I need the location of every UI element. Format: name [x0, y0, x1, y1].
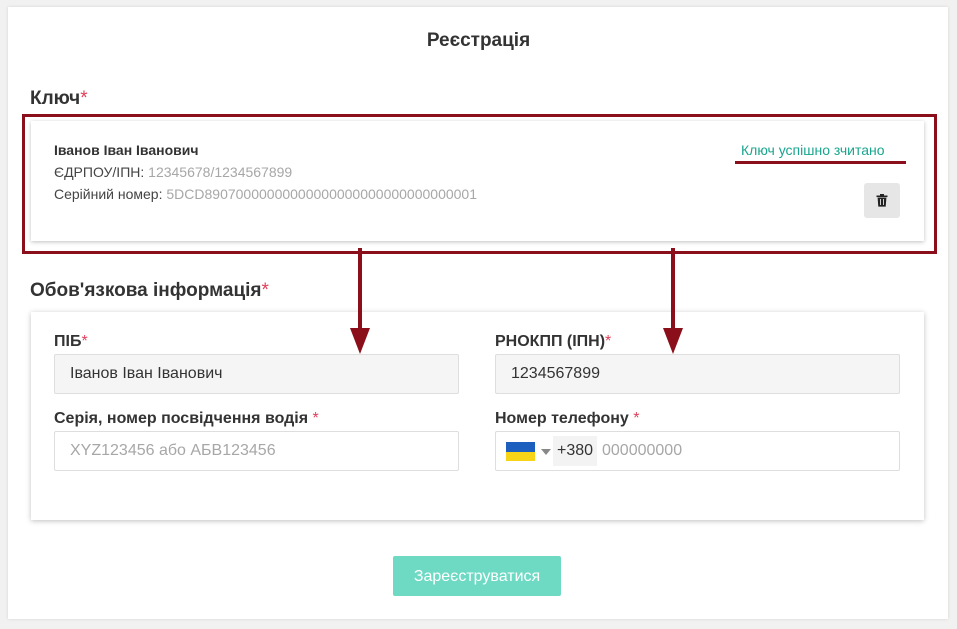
key-section-title: Ключ*	[30, 88, 88, 110]
license-label-text: Серія, номер посвідчення водія	[54, 410, 313, 427]
key-status-text: Ключ успішно зчитано	[741, 142, 885, 158]
required-mark: *	[80, 88, 88, 109]
key-section-title-text: Ключ	[30, 88, 81, 109]
rnokpp-label-text: РНОКПП (ІПН)	[495, 333, 606, 350]
edrpou-value: 12345678/1234567899	[148, 164, 293, 180]
phone-input-placeholder: 000000000	[602, 442, 683, 459]
license-input-placeholder: XYZ123456 або АБВ123456	[70, 442, 276, 459]
trash-icon	[876, 194, 888, 207]
required-mark: *	[81, 333, 88, 350]
key-owner-name: Іванов Іван Іванович	[54, 142, 199, 158]
required-mark: *	[633, 410, 640, 427]
delete-key-button[interactable]	[864, 183, 900, 218]
key-info-panel	[31, 121, 924, 241]
serial-label: Серійний номер:	[54, 186, 163, 202]
chevron-down-icon[interactable]	[541, 449, 551, 455]
rnokpp-input-value: 1234567899	[511, 365, 600, 382]
status-annotation-underline	[735, 161, 906, 164]
license-label: Серія, номер посвідчення водія *	[54, 410, 319, 428]
pib-label: ПІБ*	[54, 333, 88, 351]
page-title: Реєстрація	[426, 30, 531, 51]
register-button[interactable]: Зареєструватися	[393, 556, 561, 596]
phone-label-text: Номер телефону	[495, 410, 634, 427]
required-mark: *	[605, 333, 612, 350]
info-section-title-text: Обов'язкова інформація	[30, 280, 262, 301]
edrpou-label: ЄДРПОУ/ІПН:	[54, 164, 145, 180]
rnokpp-input[interactable]: 1234567899	[495, 354, 900, 394]
license-input[interactable]: XYZ123456 або АБВ123456	[54, 431, 459, 471]
ukraine-flag-icon[interactable]	[506, 442, 535, 461]
phone-dial-code: +380	[553, 436, 598, 466]
pib-input-value: Іванов Іван Іванович	[70, 365, 223, 382]
phone-input[interactable]: +380 000000000	[495, 431, 900, 471]
info-section-title: Обов'язкова інформація*	[30, 280, 269, 302]
pib-label-text: ПІБ	[54, 333, 82, 350]
phone-label: Номер телефону *	[495, 410, 639, 428]
key-serial-line: Серійний номер: 5DCD89070000000000000000…	[54, 186, 477, 202]
serial-value: 5DCD89070000000000000000000000000000001	[166, 186, 478, 202]
key-edrpou-line: ЄДРПОУ/ІПН: 12345678/1234567899	[54, 164, 292, 180]
required-mark: *	[261, 280, 269, 301]
rnokpp-label: РНОКПП (ІПН)*	[495, 333, 611, 351]
pib-input[interactable]: Іванов Іван Іванович	[54, 354, 459, 394]
required-mark: *	[312, 410, 319, 427]
